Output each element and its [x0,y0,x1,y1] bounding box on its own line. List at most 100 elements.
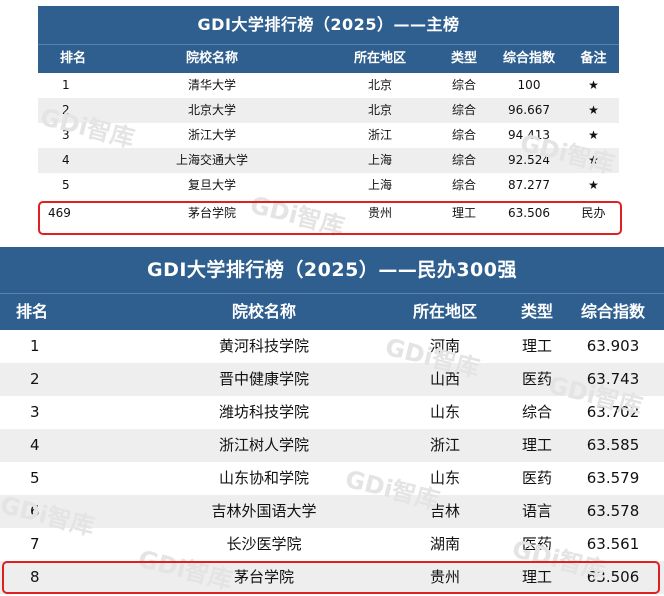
private-ranking-header-row: 排名 院校名称 所在地区 类型 综合指数 [0,293,664,330]
index-cell: 63.579 [586,469,640,487]
header-rank: 排名 [60,51,87,66]
school-cell: 北京大学 [187,103,236,117]
school-cell: 复旦大学 [187,178,236,192]
school-cell: 晋中健康学院 [218,370,309,388]
school-cell: 茅台学院 [233,568,294,586]
table-row: 6 吉林外国语大学 吉林 语言 63.578 [0,495,664,528]
region-cell: 浙江 [429,436,460,454]
star-icon: ★ [588,153,599,167]
region-cell: 吉林 [429,502,460,520]
rank-cell: 3 [62,128,70,142]
rank-cell: 1 [30,337,40,355]
index-cell: 63.743 [586,370,640,388]
school-cell: 浙江树人学院 [218,436,309,454]
index-cell: 63.578 [586,502,640,520]
region-cell: 山东 [429,403,460,421]
rank-cell: 5 [30,469,40,487]
index-cell: 87.277 [508,178,550,192]
table-row: 5 复旦大学 上海 综合 87.277 ★ [38,173,619,198]
index-cell: 63.506 [586,568,640,586]
header-region: 所在地区 [412,302,477,321]
index-cell: 63.561 [586,535,640,553]
rank-cell: 3 [30,403,40,421]
rank-cell: 6 [30,502,40,520]
star-icon: ★ [588,178,599,192]
main-ranking-title: GDI大学排行榜（2025）——主榜 [38,6,619,44]
school-cell: 茅台学院 [187,206,236,220]
type-cell: 医药 [521,370,552,388]
table-row: 3 潍坊科技学院 山东 综合 63.702 [0,396,664,429]
rank-cell: 4 [62,153,70,167]
region-cell: 北京 [367,103,392,117]
region-cell: 北京 [367,78,392,92]
school-cell: 浙江大学 [187,128,236,142]
header-region: 所在地区 [353,51,406,66]
index-cell: 92.524 [508,153,550,167]
region-cell: 浙江 [367,128,392,142]
school-cell: 潍坊科技学院 [218,403,309,421]
private-ranking-title: GDI大学排行榜（2025）——民办300强 [0,247,664,293]
star-icon: ★ [588,103,599,117]
type-cell: 医药 [521,535,552,553]
type-cell: 理工 [521,337,552,355]
table-row: 2 晋中健康学院 山西 医药 63.743 [0,363,664,396]
rank-cell: 2 [62,103,70,117]
header-rank: 排名 [16,302,49,321]
school-cell: 吉林外国语大学 [211,502,317,520]
school-cell: 黄河科技学院 [218,337,309,355]
school-cell: 清华大学 [187,78,236,92]
school-cell: 山东协和学院 [218,469,309,487]
type-cell: 语言 [521,502,552,520]
table-row: 3 浙江大学 浙江 综合 94.413 ★ [38,123,619,148]
table-row: 2 北京大学 北京 综合 96.667 ★ [38,98,619,123]
type-cell: 综合 [451,103,476,117]
type-cell: 综合 [521,403,552,421]
header-composite-index: 综合指数 [580,302,645,321]
index-cell: 63.702 [586,403,640,421]
index-cell: 96.667 [508,103,550,117]
rank-cell: 5 [62,178,70,192]
type-cell: 综合 [451,78,476,92]
private-ranking-table: GDI大学排行榜（2025）——民办300强 排名 院校名称 所在地区 类型 综… [0,247,664,594]
region-cell: 河南 [429,337,460,355]
index-cell: 63.903 [586,337,640,355]
table-row-highlighted: 469 茅台学院 贵州 理工 63.506 民办 [38,198,619,229]
table-row: 7 长沙医学院 湖南 医药 63.561 [0,528,664,561]
table-row: 1 清华大学 北京 综合 100 ★ [38,73,619,98]
header-type: 类型 [450,51,477,66]
header-school-name: 院校名称 [185,51,238,66]
header-composite-index: 综合指数 [502,51,555,66]
star-icon: ★ [588,78,599,92]
type-cell: 综合 [451,128,476,142]
rank-cell: 8 [30,568,40,586]
rank-cell: 469 [48,206,71,220]
index-cell: 63.506 [508,206,550,220]
school-cell: 长沙医学院 [226,535,302,553]
main-ranking-table: GDI大学排行榜（2025）——主榜 排名 院校名称 所在地区 类型 综合指数 … [38,6,619,229]
region-cell: 山西 [429,370,460,388]
main-ranking-header-row: 排名 院校名称 所在地区 类型 综合指数 备注 [38,44,619,73]
table-row: 1 黄河科技学院 河南 理工 63.903 [0,330,664,363]
region-cell: 上海 [367,178,392,192]
type-cell: 综合 [451,153,476,167]
index-cell: 63.585 [586,436,640,454]
star-icon: ★ [588,128,599,142]
rank-cell: 4 [30,436,40,454]
type-cell: 医药 [521,469,552,487]
remark-cell: 民办 [581,206,606,220]
header-school-name: 院校名称 [231,302,296,321]
type-cell: 理工 [521,436,552,454]
region-cell: 贵州 [429,568,460,586]
table-row: 4 上海交通大学 上海 综合 92.524 ★ [38,148,619,173]
region-cell: 山东 [429,469,460,487]
rank-cell: 1 [62,78,70,92]
type-cell: 理工 [521,568,552,586]
type-cell: 理工 [451,206,476,220]
index-cell: 94.413 [508,128,550,142]
region-cell: 贵州 [367,206,392,220]
rank-cell: 7 [30,535,40,553]
region-cell: 湖南 [429,535,460,553]
type-cell: 综合 [451,178,476,192]
table-row: 4 浙江树人学院 浙江 理工 63.585 [0,429,664,462]
index-cell: 100 [517,78,541,92]
